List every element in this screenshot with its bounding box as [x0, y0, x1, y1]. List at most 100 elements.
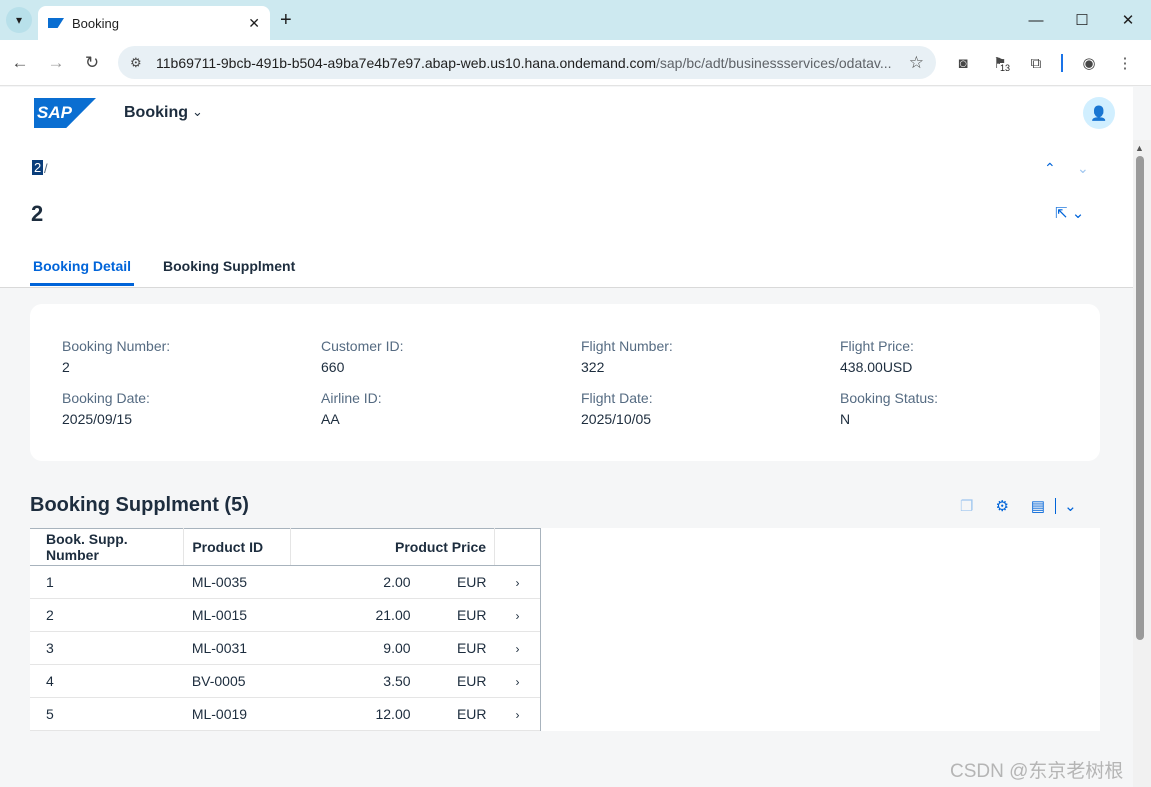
object-page-header: 2 / ⌃ ⌄ 2 ⇱ ⌄ Booking Detail Booking Sup… [0, 140, 1133, 288]
field-value: 2 [62, 359, 70, 375]
app-title[interactable]: Booking [124, 104, 188, 122]
browser-toolbar: ← → ↻ ⚙ 11b69711-9bcb-491b-b504-a9ba7e4b… [0, 40, 1151, 86]
price-currency: EUR [456, 673, 487, 689]
field-customer-id: Customer ID: 660 [321, 338, 403, 375]
flag-badge-count: 13 [1000, 63, 1011, 73]
table-right-border [540, 528, 541, 731]
settings-gear-icon[interactable]: ⚙ [995, 497, 1008, 515]
row-nav-chevron-icon[interactable]: › [494, 664, 541, 698]
sap-logo[interactable]: SAP [34, 98, 96, 128]
cell-supp-number: 3 [30, 631, 184, 665]
address-bar[interactable]: ⚙ 11b69711-9bcb-491b-b504-a9ba7e4b7e97.a… [118, 46, 936, 79]
previous-item-icon[interactable]: ⌃ [1044, 160, 1056, 177]
table-row[interactable]: 1 ML-0035 2.00 EUR › [30, 565, 541, 599]
maximize-icon[interactable]: ☐ [1059, 0, 1105, 40]
field-label: Booking Number: [62, 338, 171, 354]
column-header-product-price[interactable]: Product Price [290, 528, 496, 566]
price-amount: 2.00 [383, 574, 411, 590]
scroll-up-icon[interactable]: ▲ [1135, 143, 1144, 153]
scrollbar-thumb[interactable] [1136, 156, 1144, 640]
field-value: 322 [581, 359, 605, 375]
url-path: /sap/bc/adt/businessservices/odatav... [656, 54, 892, 71]
field-label: Booking Date: [62, 390, 150, 406]
bookmark-star-icon[interactable]: ☆ [909, 53, 924, 73]
browser-tab-strip: ▾ Booking ✕ + — ☐ ✕ [0, 0, 1151, 40]
field-booking-date: Booking Date: 2025/09/15 [62, 390, 150, 427]
forward-icon[interactable]: → [43, 50, 69, 76]
table-row[interactable]: 2 ML-0015 21.00 EUR › [30, 598, 541, 632]
table-row[interactable]: 4 BV-0005 3.50 EUR › [30, 664, 541, 698]
shell-bar: SAP Booking ⌄ 👤 [0, 87, 1133, 140]
row-nav-chevron-icon[interactable]: › [494, 697, 541, 731]
table-toolbar: ❐ ⚙ ▤ ⌄ [960, 497, 1099, 515]
export-icon[interactable]: ▤ [1031, 497, 1045, 515]
tab-booking-detail[interactable]: Booking Detail [30, 250, 135, 286]
field-label: Customer ID: [321, 338, 404, 354]
field-label: Flight Price: [840, 338, 914, 354]
field-value: 660 [321, 359, 345, 375]
field-label: Flight Date: [581, 390, 653, 406]
supplement-table: Book. Supp. Number Product ID Product Pr… [30, 528, 541, 731]
copy-icon[interactable]: ❐ [960, 497, 973, 515]
field-booking-number: Booking Number: 2 [62, 338, 170, 375]
profile-icon[interactable]: ◉ [1077, 51, 1101, 75]
field-label: Flight Number: [581, 338, 673, 354]
chevron-down-icon[interactable]: ⌄ [1064, 497, 1077, 515]
cell-product-price: 21.00 EUR [290, 598, 495, 632]
column-header-product-id[interactable]: Product ID [183, 528, 292, 566]
back-icon[interactable]: ← [7, 50, 33, 76]
breadcrumb-current[interactable]: 2 [32, 160, 44, 175]
cell-product-id: ML-0015 [183, 598, 291, 632]
tab-search-icon[interactable]: ▾ [6, 7, 32, 33]
booking-detail-card: Booking Number: 2 Customer ID: 660 Fligh… [30, 304, 1100, 461]
field-flight-number: Flight Number: 322 [581, 338, 673, 375]
extensions-icon[interactable]: ⧉ [1024, 51, 1048, 75]
share-icon[interactable]: ⇱ ⌄ [1055, 204, 1084, 222]
table-row[interactable]: 5 ML-0019 12.00 EUR › [30, 697, 541, 731]
row-nav-chevron-icon[interactable]: › [494, 565, 541, 599]
screenshot-icon[interactable]: ◙ [951, 51, 975, 75]
reload-icon[interactable]: ↻ [79, 50, 105, 76]
table-header-row: Book. Supp. Number Product ID Product Pr… [30, 528, 541, 566]
next-item-icon[interactable]: ⌄ [1077, 160, 1089, 177]
menu-dots-icon[interactable]: ⋮ [1113, 51, 1137, 75]
url-host: 11b69711-9bcb-491b-b504-a9ba7e4b7e97.aba… [156, 54, 656, 71]
field-value: AA [321, 411, 340, 427]
cell-supp-number: 4 [30, 664, 184, 698]
site-info-icon[interactable]: ⚙ [130, 55, 150, 71]
price-amount: 3.50 [383, 673, 411, 689]
breadcrumb-separator: / [44, 161, 48, 176]
cell-supp-number: 5 [30, 697, 184, 731]
page-title: 2 [31, 201, 44, 226]
minimize-icon[interactable]: — [1013, 0, 1059, 40]
browser-tab[interactable]: Booking ✕ [38, 6, 270, 40]
chevron-down-icon[interactable]: ⌄ [192, 104, 203, 120]
supplement-section-title: Booking Supplment (5) [30, 494, 249, 516]
sap-favicon-icon [48, 18, 64, 28]
field-value: N [840, 411, 851, 427]
supplement-table-container: Book. Supp. Number Product ID Product Pr… [30, 528, 1100, 731]
cell-product-id: ML-0019 [183, 697, 291, 731]
field-value: 438.00USD [840, 359, 913, 375]
price-currency: EUR [456, 640, 487, 656]
column-header-supp-number[interactable]: Book. Supp. Number [30, 528, 185, 566]
price-amount: 21.00 [375, 607, 411, 623]
close-tab-icon[interactable]: ✕ [248, 15, 260, 32]
cell-product-id: ML-0035 [183, 565, 291, 599]
row-nav-chevron-icon[interactable]: › [494, 598, 541, 632]
cell-product-price: 9.00 EUR [290, 631, 495, 665]
field-label: Airline ID: [321, 390, 382, 406]
field-flight-date: Flight Date: 2025/10/05 [581, 390, 653, 427]
cell-product-price: 12.00 EUR [290, 697, 495, 731]
cell-supp-number: 1 [30, 565, 184, 599]
row-nav-chevron-icon[interactable]: › [494, 631, 541, 665]
price-currency: EUR [456, 706, 487, 722]
url-text[interactable]: 11b69711-9bcb-491b-b504-a9ba7e4b7e97.aba… [156, 55, 901, 71]
cell-product-id: BV-0005 [183, 664, 291, 698]
table-row[interactable]: 3 ML-0031 9.00 EUR › [30, 631, 541, 665]
price-amount: 12.00 [375, 706, 411, 722]
user-avatar-icon[interactable]: 👤 [1083, 97, 1115, 129]
close-window-icon[interactable]: ✕ [1105, 0, 1151, 40]
tab-booking-supplment[interactable]: Booking Supplment [160, 250, 298, 286]
new-tab-icon[interactable]: + [280, 8, 292, 32]
